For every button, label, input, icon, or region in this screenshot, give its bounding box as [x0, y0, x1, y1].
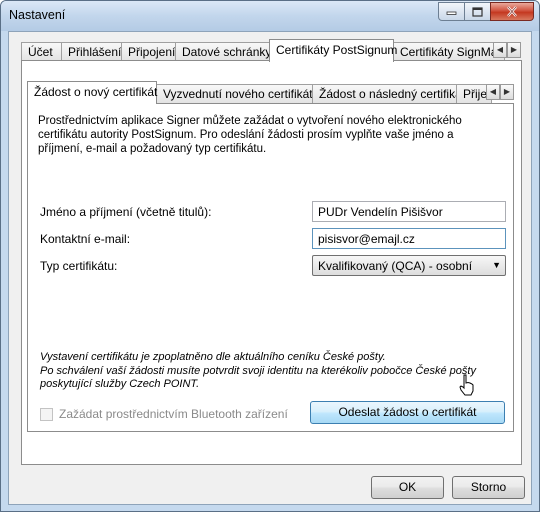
tab-label: Připojení	[128, 45, 176, 59]
settings-window: Nastavení Účet Přihlášení Připojení Dato…	[0, 0, 540, 512]
bluetooth-option: Zažádat prostřednictvím Bluetooth zaříze…	[40, 407, 288, 421]
bluetooth-label: Zažádat prostřednictvím Bluetooth zaříze…	[59, 407, 288, 421]
scroll-left-button[interactable]: ◀	[486, 84, 500, 100]
dialog-client-area: Účet Přihlášení Připojení Datové schránk…	[8, 31, 532, 505]
tab-label: Přihlášení	[68, 45, 122, 59]
cert-type-select[interactable]: Kvalifikovaný (QCA) - osobní ▼	[312, 255, 506, 276]
mouse-pointer-icon	[459, 374, 474, 396]
close-button[interactable]	[490, 2, 534, 21]
tab-label: Vyzvednutí nového certifikátu	[163, 87, 320, 101]
tab-zadost-nasledny[interactable]: Žádost o následný certifikát	[312, 84, 465, 103]
maximize-button[interactable]	[464, 2, 491, 21]
bluetooth-checkbox[interactable]	[40, 407, 53, 421]
close-icon	[507, 6, 517, 17]
scroll-right-button[interactable]: ▶	[507, 42, 521, 58]
form-description: Prostřednictvím aplikace Signer můžete z…	[38, 115, 462, 155]
maximize-icon	[472, 6, 483, 17]
tab-label: Účet	[28, 45, 53, 59]
tab-label: Žádost o nový certifikát	[34, 85, 158, 99]
chevron-left-icon: ◀	[489, 87, 497, 96]
ok-button[interactable]: OK	[371, 476, 444, 499]
caption-buttons	[438, 2, 534, 22]
tab-zadost-novy[interactable]: Žádost o nový certifikát	[27, 81, 157, 104]
scroll-left-button[interactable]: ◀	[493, 42, 507, 58]
chevron-down-icon: ▼	[492, 260, 501, 270]
cert-type-value: Kvalifikovaný (QCA) - osobní	[318, 259, 473, 273]
submit-request-button[interactable]: Odeslat žádost o certifikát	[310, 401, 505, 424]
new-certificate-panel: Prostřednictvím aplikace Signer můžete z…	[27, 103, 514, 432]
tab-datove-schranky[interactable]: Datové schránky	[175, 42, 272, 61]
email-field[interactable]: pisisvor@emajl.cz	[312, 228, 506, 249]
fee-note-line2: Po schválení vaší žádosti musíte potvrdi…	[40, 364, 476, 391]
tab-ucet[interactable]: Účet	[21, 42, 62, 61]
window-title: Nastavení	[9, 8, 66, 22]
tab-certifikaty-signmaster[interactable]: Certifikáty SignMaster	[393, 42, 505, 61]
tab-prihlaseni[interactable]: Přihlášení	[61, 42, 122, 61]
minimize-icon	[446, 11, 457, 15]
chevron-right-icon: ▶	[503, 87, 511, 96]
cert-type-label: Typ certifikátu:	[40, 259, 118, 273]
tab-label: Datové schránky	[182, 45, 272, 59]
inner-tab-scroll: ◀ ▶	[486, 84, 514, 100]
name-label: Jméno a příjmení (včetně titulů):	[40, 205, 212, 219]
tab-label: Certifikáty SignMaster	[400, 45, 504, 59]
scroll-right-button[interactable]: ▶	[500, 84, 514, 100]
email-label: Kontaktní e-mail:	[40, 232, 131, 246]
minimize-button[interactable]	[438, 2, 465, 21]
name-field[interactable]: PUDr Vendelín Pišišvor	[312, 201, 506, 222]
chevron-right-icon: ▶	[510, 45, 518, 54]
tab-label: Žádost o následný certifikát	[319, 87, 466, 101]
fee-note-line1: Vystavení certifikátu je zpoplatněno dle…	[40, 351, 386, 363]
fee-note: Vystavení certifikátu je zpoplatněno dle…	[40, 351, 500, 392]
title-bar[interactable]: Nastavení	[1, 1, 539, 31]
chevron-left-icon: ◀	[496, 45, 504, 54]
tab-label: Certifikáty PostSignum	[276, 43, 398, 57]
outer-tab-scroll: ◀ ▶	[493, 42, 521, 58]
tab-pripojeni[interactable]: Připojení	[121, 42, 176, 61]
cancel-button[interactable]: Storno	[452, 476, 525, 499]
tab-vyzvednuti[interactable]: Vyzvednutí nového certifikátu	[156, 84, 319, 103]
tab-certifikaty-postsignum[interactable]: Certifikáty PostSignum	[269, 39, 398, 62]
